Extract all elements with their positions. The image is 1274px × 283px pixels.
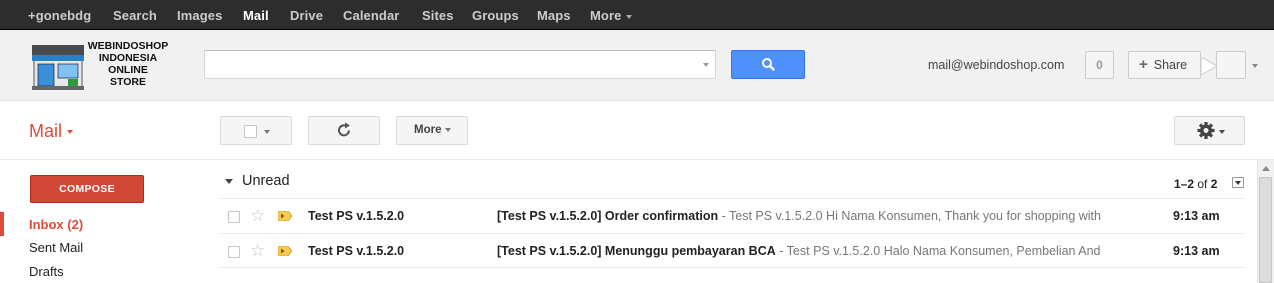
share-button[interactable]: + Share	[1128, 51, 1201, 79]
avatar[interactable]	[1216, 51, 1246, 79]
refresh-button[interactable]	[308, 116, 380, 145]
logo-text-line: WEBINDOSHOP	[87, 40, 169, 52]
notification-count: 0	[1096, 58, 1103, 72]
chevron-down-icon	[445, 127, 452, 132]
topbar-item-calendar[interactable]: Calendar	[343, 8, 399, 23]
pager: 1–2 of 2	[1174, 177, 1217, 191]
scrollbar-thumb[interactable]	[1259, 177, 1272, 283]
app-label: Mail	[29, 121, 63, 141]
sidebar-item-drafts[interactable]: Drafts	[29, 264, 64, 279]
topbar-item-more[interactable]: More	[590, 8, 633, 23]
chevron-down-icon	[67, 130, 74, 135]
row-subject-line: [Test PS v.1.5.2.0] Order confirmation -…	[497, 209, 1131, 223]
row-time: 9:13 am	[1173, 244, 1220, 258]
more-actions-button[interactable]: More	[396, 116, 468, 145]
sidebar-item-sent-mail[interactable]: Sent Mail	[29, 240, 83, 255]
chevron-down-icon	[1235, 181, 1241, 185]
topbar-item-groups[interactable]: Groups	[472, 8, 519, 23]
pager-total: 2	[1210, 177, 1218, 191]
section-title[interactable]: Unread	[242, 173, 290, 189]
important-marker-icon[interactable]	[278, 246, 292, 256]
search-options-caret-icon[interactable]	[703, 63, 709, 67]
topbar-item-sites[interactable]: Sites	[422, 8, 454, 23]
star-icon[interactable]: ☆	[250, 206, 265, 226]
section-collapse-icon[interactable]	[225, 179, 233, 184]
select-all-button[interactable]	[220, 116, 292, 145]
pager-of: of	[1197, 177, 1208, 191]
search-input[interactable]	[204, 50, 716, 79]
row-subject: [Test PS v.1.5.2.0] Menunggu pembayaran …	[497, 244, 776, 258]
row-sender: Test PS v.1.5.2.0	[308, 244, 405, 258]
table-row[interactable]: ☆ Test PS v.1.5.2.0 [Test PS v.1.5.2.0] …	[220, 198, 1244, 233]
pager-range: 1–2	[1174, 177, 1195, 191]
row-snippet: Test PS v.1.5.2.0 Hi Nama Konsumen, Than…	[729, 209, 1101, 223]
more-actions-label: More	[414, 124, 442, 136]
topbar-item-mail[interactable]: Mail	[243, 8, 269, 23]
chevron-down-icon[interactable]	[1252, 64, 1258, 68]
row-checkbox[interactable]	[228, 246, 240, 258]
account-email[interactable]: mail@webindoshop.com	[928, 58, 1064, 72]
logo-text-line: STORE	[110, 76, 146, 88]
list-divider	[220, 267, 1244, 268]
gear-icon	[1197, 122, 1215, 139]
select-all-checkbox[interactable]	[244, 125, 257, 138]
magnifier-icon	[762, 58, 775, 71]
important-marker-icon[interactable]	[278, 211, 292, 221]
share-label: Share	[1153, 58, 1188, 72]
chevron-down-icon	[1219, 130, 1225, 134]
topbar-item-profile[interactable]: +gonebdg	[28, 8, 91, 23]
row-sender: Test PS v.1.5.2.0	[308, 209, 405, 223]
row-checkbox[interactable]	[228, 211, 240, 223]
logo-text-line: ONLINE	[108, 64, 148, 76]
table-row[interactable]: ☆ Test PS v.1.5.2.0 [Test PS v.1.5.2.0] …	[220, 233, 1244, 268]
chevron-down-icon	[626, 14, 633, 19]
refresh-icon	[338, 122, 350, 137]
compose-button[interactable]: COMPOSE	[30, 175, 144, 203]
notification-count-button[interactable]: 0	[1085, 51, 1114, 79]
topbar-more-label: More	[590, 8, 622, 23]
star-icon[interactable]: ☆	[250, 241, 265, 261]
active-folder-indicator	[0, 212, 4, 236]
scroll-up-icon[interactable]	[1262, 166, 1270, 171]
section-options-button[interactable]	[1232, 177, 1244, 188]
sidebar-item-inbox[interactable]: Inbox (2)	[29, 217, 83, 232]
topbar-item-maps[interactable]: Maps	[537, 8, 571, 23]
row-separator: -	[718, 209, 730, 223]
row-subject-line: [Test PS v.1.5.2.0] Menunggu pembayaran …	[497, 244, 1131, 258]
row-subject: [Test PS v.1.5.2.0] Order confirmation	[497, 209, 719, 223]
row-snippet: Test PS v.1.5.2.0 Halo Nama Konsumen, Pe…	[786, 244, 1101, 258]
storefront-icon[interactable]	[28, 39, 88, 93]
chevron-down-icon	[264, 130, 270, 134]
logo-text: WEBINDOSHOP INDONESIA ONLINE STORE	[84, 40, 172, 88]
logo-text-line: INDONESIA	[98, 52, 158, 64]
header: WEBINDOSHOP INDONESIA ONLINE STORE mail@…	[0, 30, 1274, 101]
settings-button[interactable]	[1174, 116, 1245, 145]
topbar-item-images[interactable]: Images	[177, 8, 222, 23]
app-switcher[interactable]: Mail	[29, 121, 74, 142]
plus-icon: +	[1139, 56, 1148, 73]
row-time: 9:13 am	[1173, 209, 1220, 223]
search-button[interactable]	[731, 50, 805, 79]
topbar-item-drive[interactable]: Drive	[290, 8, 323, 23]
google-bar: +gonebdg Search Images Mail Drive Calend…	[0, 0, 1274, 30]
topbar-item-search[interactable]: Search	[113, 8, 157, 23]
row-separator: -	[775, 244, 787, 258]
toolbar-divider	[0, 159, 1274, 160]
